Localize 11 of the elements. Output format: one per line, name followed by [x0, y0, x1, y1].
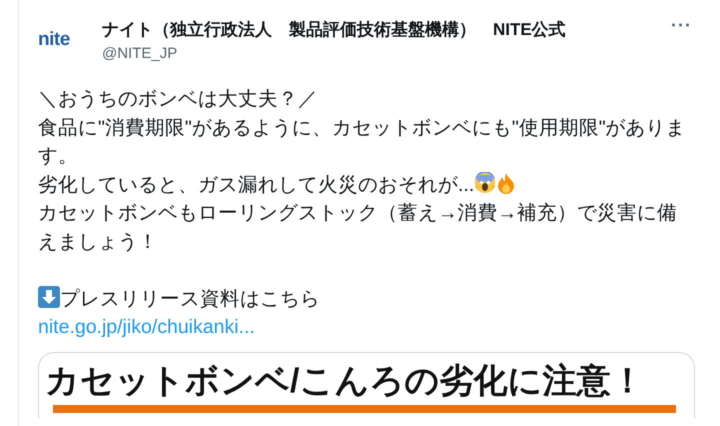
tweet-text: 劣化していると、ガス漏れして火災のおそれが...	[38, 174, 474, 196]
tweet-text: 食品に"消費期限"があるように、カセットボンベにも"使用期限"があります。	[38, 116, 687, 169]
tweet-text: ＼おうちのボンベは大丈夫？／	[38, 87, 319, 112]
logo: nite	[38, 28, 71, 52]
link-preview-card[interactable]: カセットボンベ/こんろの劣化に注意！	[38, 352, 695, 418]
tweet-text: カセットボンベもローリングストック（蓄え→消費→補充）で災害に備えましょう！	[38, 201, 678, 254]
author-handle[interactable]: @NITE_JP	[102, 42, 566, 65]
preview-headline: カセットボンベ/こんろの劣化に注意！	[45, 360, 646, 402]
author-name[interactable]: ナイト（独立行政法人 製品評価技術基盤機構） NITE公式	[102, 17, 566, 42]
more-button[interactable]: ···	[671, 12, 692, 39]
tweet-text: プレスリリース資料はこちら	[60, 288, 320, 310]
